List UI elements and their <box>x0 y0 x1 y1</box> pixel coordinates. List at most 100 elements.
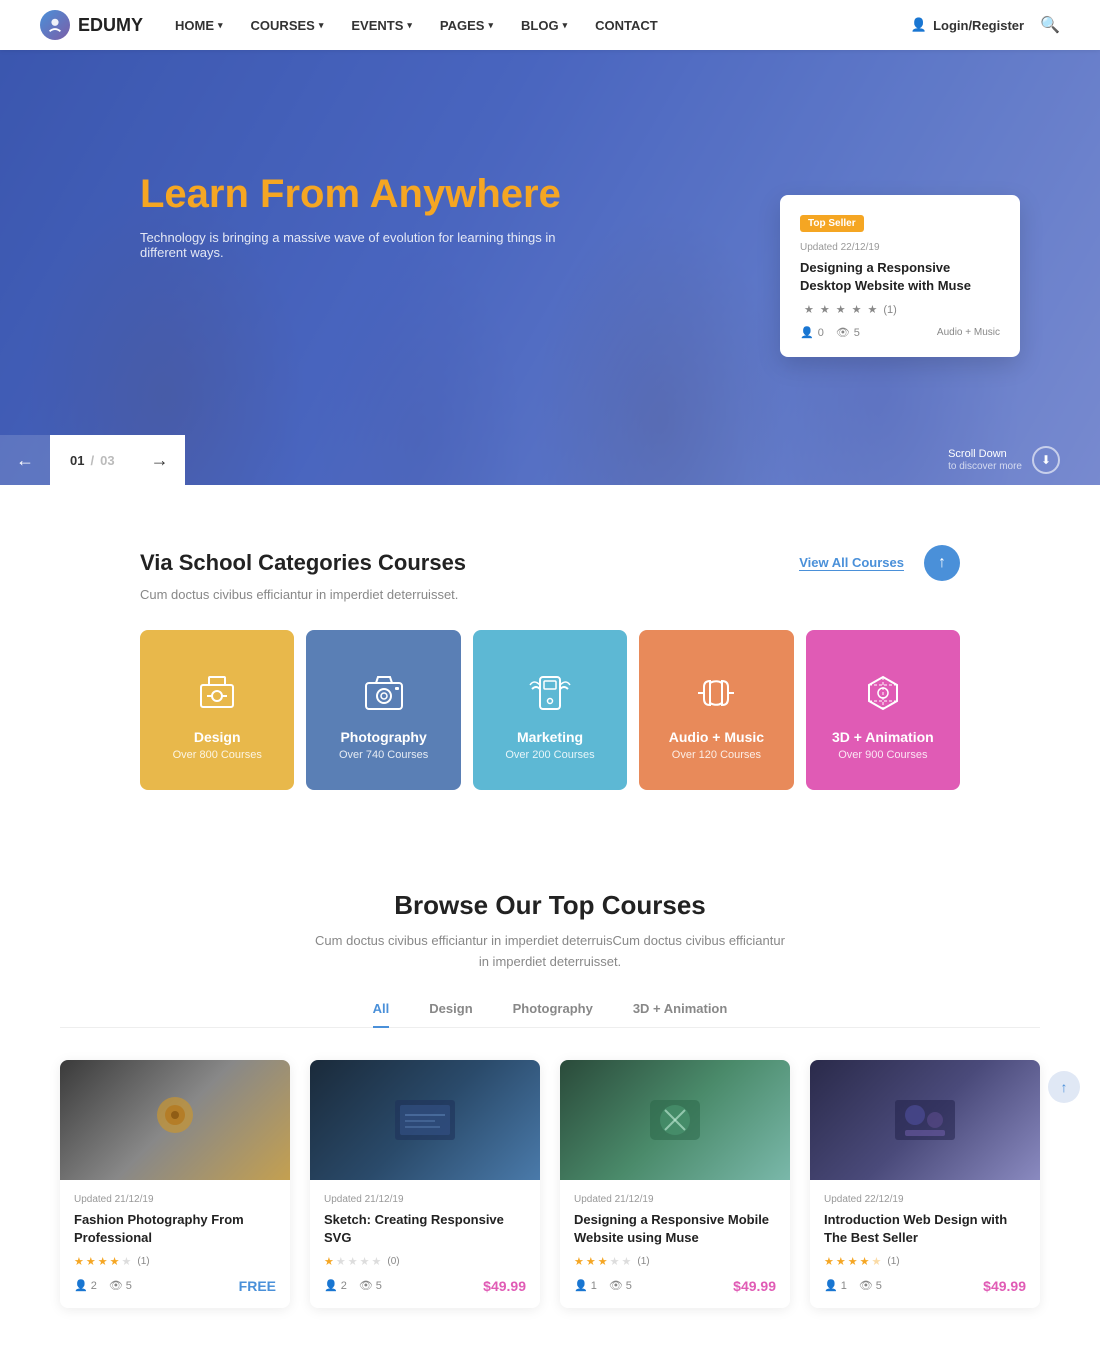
category-name-3d: 3D + Animation <box>832 729 934 745</box>
student-count: 👤 1 <box>824 1279 847 1292</box>
scroll-down-indicator: Scroll Down to discover more ⬇ <box>948 446 1100 474</box>
category-name-design: Design <box>194 729 241 745</box>
review-count: (1) <box>883 304 896 316</box>
scroll-up-button[interactable]: ↑ <box>924 545 960 581</box>
star-empty-icon: ★ <box>622 1255 632 1268</box>
star-empty-icon: ★ <box>360 1255 370 1268</box>
course-updated: Updated 21/12/19 <box>324 1194 526 1205</box>
course-card[interactable]: Updated 21/12/19 Fashion Photography Fro… <box>60 1060 290 1308</box>
star-icon: ★ <box>868 303 878 316</box>
star-icon: ★ <box>74 1255 84 1268</box>
star-icon: ★ <box>820 303 830 316</box>
category-card-design[interactable]: Design Over 800 Courses <box>140 630 294 790</box>
search-button[interactable]: 🔍 <box>1040 15 1060 35</box>
categories-title: Via School Categories Courses <box>140 550 466 576</box>
brand-name: EDUMY <box>78 15 143 36</box>
filter-tab-all[interactable]: All <box>373 1001 390 1028</box>
scroll-arrow-icon: ⬇ <box>1041 453 1051 467</box>
star-icon: ★ <box>824 1255 834 1268</box>
hero-bottom-bar: ← 01 / 03 → Scroll Down to discover more… <box>0 435 1100 485</box>
nav-link-home[interactable]: HOME ▾ <box>175 18 223 33</box>
nav-item-pages[interactable]: PAGES ▾ <box>440 18 493 33</box>
category-count-audio: Over 120 Courses <box>672 749 761 761</box>
login-button[interactable]: 👤 Login/Register <box>911 17 1024 33</box>
course-card[interactable]: Updated 22/12/19 Introduction Web Design… <box>810 1060 1040 1308</box>
chevron-down-icon: ▾ <box>407 20 412 31</box>
chevron-down-icon: ▾ <box>319 20 324 31</box>
hero-content: Learn From Anywhere Technology is bringi… <box>140 170 561 260</box>
card-updated-date: Updated 22/12/19 <box>800 242 1000 253</box>
category-card-marketing[interactable]: Marketing Over 200 Courses <box>473 630 627 790</box>
hero-featured-card[interactable]: Top Seller Updated 22/12/19 Designing a … <box>780 195 1020 357</box>
star-icon: ★ <box>848 1255 858 1268</box>
course-card[interactable]: Updated 21/12/19 Sketch: Creating Respon… <box>310 1060 540 1308</box>
star-icon: ★ <box>586 1255 596 1268</box>
lesson-count: 👁 5 <box>109 1279 132 1292</box>
star-icon: ★ <box>836 303 846 316</box>
nav-link-events[interactable]: EVENTS ▾ <box>351 18 412 33</box>
course-card[interactable]: Updated 21/12/19 Designing a Responsive … <box>560 1060 790 1308</box>
section-title-area: Via School Categories Courses <box>140 550 466 576</box>
star-icon: ★ <box>852 303 862 316</box>
lesson-count: 👁 5 <box>609 1279 632 1292</box>
course-price: FREE <box>239 1278 276 1294</box>
star-empty-icon: ★ <box>122 1255 132 1268</box>
star-icon: ★ <box>836 1255 846 1268</box>
nav-link-pages[interactable]: PAGES ▾ <box>440 18 493 33</box>
nav-item-home[interactable]: HOME ▾ <box>175 18 223 33</box>
nav-menu: HOME ▾ COURSES ▾ EVENTS ▾ PAGES ▾ <box>175 18 658 33</box>
nav-item-courses[interactable]: COURSES ▾ <box>251 18 324 33</box>
logo[interactable]: EDUMY <box>40 10 143 40</box>
nav-link-contact[interactable]: CONTACT <box>595 18 658 33</box>
star-empty-icon: ★ <box>336 1255 346 1268</box>
category-card-3d[interactable]: 3D + Animation Over 900 Courses <box>806 630 960 790</box>
review-count: (1) <box>637 1256 649 1267</box>
course-image-graphic <box>145 1090 205 1150</box>
course-image-graphic <box>890 1095 960 1145</box>
category-card-photography[interactable]: Photography Over 740 Courses <box>306 630 460 790</box>
course-body: Updated 22/12/19 Introduction Web Design… <box>810 1180 1040 1308</box>
category-count-marketing: Over 200 Courses <box>505 749 594 761</box>
card-category: Audio + Music <box>937 327 1000 338</box>
course-meta: 👤 1 👁 5 <box>574 1279 632 1292</box>
student-count: 👤 2 <box>74 1279 97 1292</box>
star-icon: ★ <box>860 1255 870 1268</box>
category-name-photography: Photography <box>340 729 426 745</box>
slider-counter: 01 / 03 <box>50 435 135 485</box>
card-stars: ★ ★ ★ ★ ★ (1) <box>800 303 1000 316</box>
photography-icon <box>360 669 408 717</box>
star-empty-icon: ★ <box>372 1255 382 1268</box>
slider-total: 03 <box>100 453 114 468</box>
course-thumbnail <box>560 1060 790 1180</box>
category-name-marketing: Marketing <box>517 729 583 745</box>
card-meta: 👤 0 👁 5 Audio + Music <box>800 326 1000 339</box>
view-all-courses-link[interactable]: View All Courses <box>799 555 904 571</box>
filter-tab-3d[interactable]: 3D + Animation <box>633 1001 728 1028</box>
star-icon: ★ <box>598 1255 608 1268</box>
hero-section: Learn From Anywhere Technology is bringi… <box>0 50 1100 485</box>
course-title: Designing a Responsive Mobile Website us… <box>574 1211 776 1247</box>
section-header: Via School Categories Courses View All C… <box>140 545 960 581</box>
nav-link-courses[interactable]: COURSES ▾ <box>251 18 324 33</box>
top-courses-section: Browse Our Top Courses Cum doctus civibu… <box>0 830 1100 1348</box>
course-updated: Updated 21/12/19 <box>74 1194 276 1205</box>
filter-tab-photography[interactable]: Photography <box>513 1001 593 1028</box>
3d-animation-icon <box>859 669 907 717</box>
float-scroll-up-button[interactable]: ↑ <box>1048 1071 1080 1103</box>
slider-current: 01 <box>70 453 84 468</box>
category-card-audio[interactable]: Audio + Music Over 120 Courses <box>639 630 793 790</box>
slider-next-button[interactable]: → <box>135 435 185 485</box>
filter-tab-design[interactable]: Design <box>429 1001 472 1028</box>
review-count: (0) <box>387 1256 399 1267</box>
hero-title: Learn From Anywhere <box>140 170 561 218</box>
slider-prev-button[interactable]: ← <box>0 435 50 485</box>
nav-item-blog[interactable]: BLOG ▾ <box>521 18 567 33</box>
course-footer: 👤 2 👁 5 FREE <box>74 1278 276 1294</box>
student-count: 👤 0 <box>800 326 824 339</box>
category-count-photography: Over 740 Courses <box>339 749 428 761</box>
scroll-circle-icon: ⬇ <box>1032 446 1060 474</box>
nav-item-events[interactable]: EVENTS ▾ <box>351 18 412 33</box>
nav-item-contact[interactable]: CONTACT <box>595 18 658 33</box>
nav-link-blog[interactable]: BLOG ▾ <box>521 18 567 33</box>
course-thumbnail <box>810 1060 1040 1180</box>
